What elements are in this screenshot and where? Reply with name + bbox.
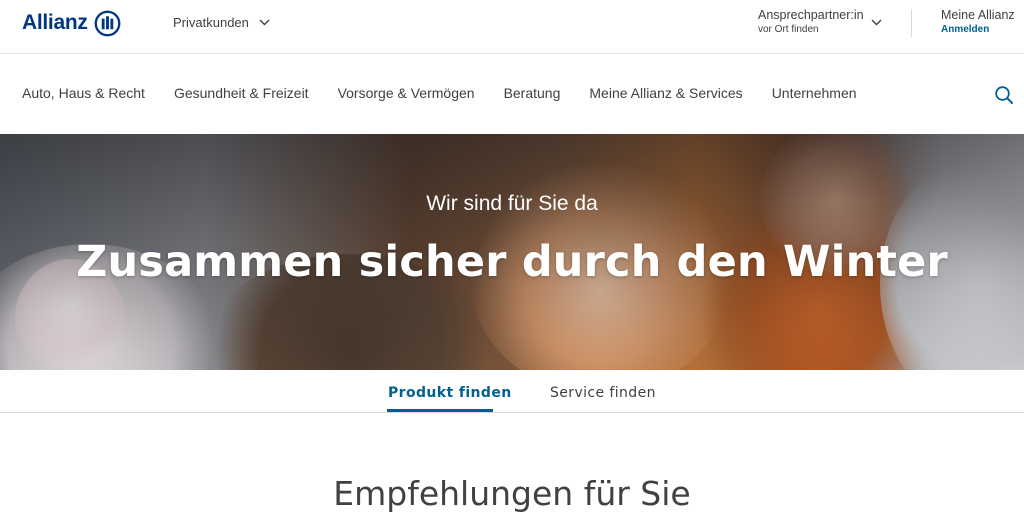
nav-item-gesundheit-freizeit[interactable]: Gesundheit & Freizeit — [174, 84, 309, 102]
account-menu[interactable]: Meine Allianz Anmelden — [941, 8, 1021, 36]
active-tab-indicator — [387, 409, 493, 412]
tab-service-finden[interactable]: Service finden — [550, 385, 656, 401]
chevron-down-icon — [871, 19, 882, 26]
top-bar: Allianz Privatkunden Ansprechpartner:in … — [0, 0, 1024, 54]
segment-label: Privatkunden — [173, 14, 249, 30]
contact-title: Ansprechpartner:in — [758, 8, 864, 22]
account-title: Meine Allianz — [941, 8, 1015, 22]
nav-item-unternehmen[interactable]: Unternehmen — [772, 84, 857, 102]
chevron-down-icon — [259, 19, 270, 25]
nav-item-auto-haus-recht[interactable]: Auto, Haus & Recht — [22, 84, 145, 102]
contact-finder[interactable]: Ansprechpartner:in vor Ort finden — [758, 8, 888, 36]
nav-list: Auto, Haus & Recht Gesundheit & Freizeit… — [22, 84, 857, 102]
allianz-logo[interactable]: Allianz — [22, 9, 121, 37]
logo-text: Allianz — [22, 11, 88, 34]
allianz-eagle-icon — [94, 10, 120, 36]
tab-produkt-finden[interactable]: Produkt finden — [388, 385, 512, 401]
finder-tabs: Produkt finden Service finden — [0, 370, 1024, 413]
hero-title: Zusammen sicher durch den Winter — [76, 237, 948, 287]
hero-kicker: Wir sind für Sie da — [426, 192, 598, 215]
nav-item-vorsorge-vermoegen[interactable]: Vorsorge & Vermögen — [338, 84, 475, 102]
recommendations-title: Empfehlungen für Sie — [333, 474, 691, 513]
segment-selector[interactable]: Privatkunden — [173, 13, 270, 31]
contact-subtitle: vor Ort finden — [758, 24, 819, 35]
hero-banner: Wir sind für Sie da Zusammen sicher durc… — [0, 134, 1024, 370]
nav-item-beratung[interactable]: Beratung — [504, 84, 561, 102]
nav-item-meine-allianz-services[interactable]: Meine Allianz & Services — [589, 84, 742, 102]
search-icon[interactable] — [994, 85, 1014, 105]
divider — [911, 9, 912, 37]
login-link[interactable]: Anmelden — [941, 23, 1021, 36]
main-navigation: Auto, Haus & Recht Gesundheit & Freizeit… — [0, 55, 1024, 134]
